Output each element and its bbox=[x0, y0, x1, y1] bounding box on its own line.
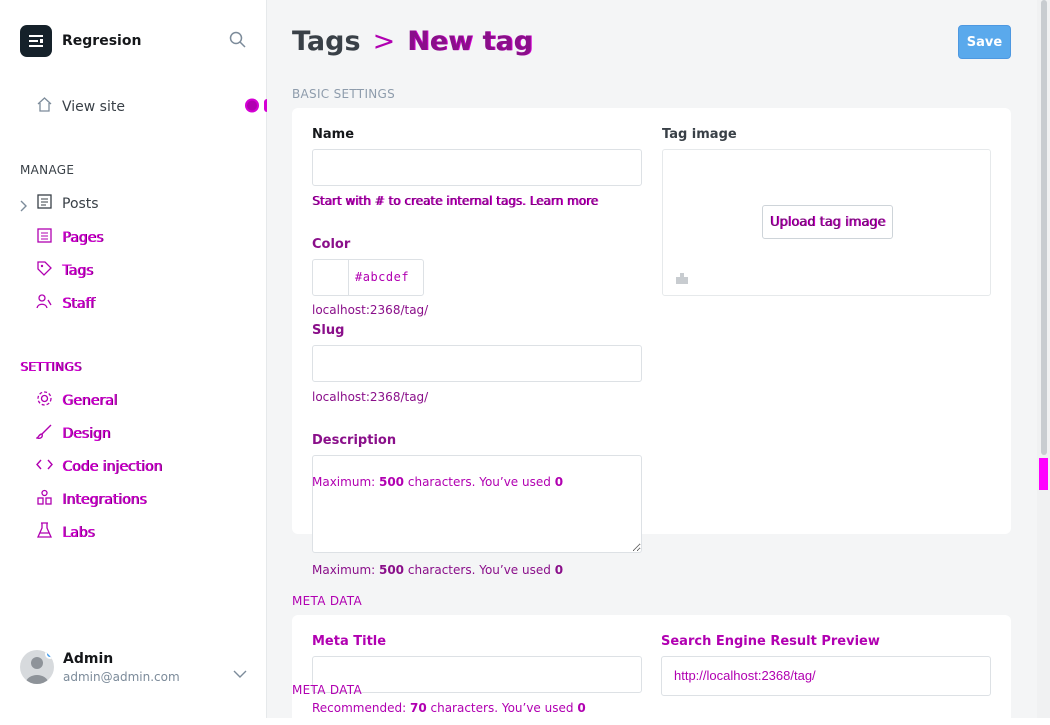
sidebar-item-label: Staff bbox=[62, 295, 95, 312]
sidebar-item-view-site[interactable]: View site bbox=[36, 96, 125, 117]
scrollbar-marker bbox=[1039, 458, 1048, 490]
meta-title-label: Meta Title bbox=[312, 634, 387, 649]
gear-icon bbox=[36, 390, 53, 411]
sidebar-item-label: Posts bbox=[62, 195, 99, 212]
site-logo-icon bbox=[20, 25, 52, 57]
flask-icon bbox=[36, 522, 53, 543]
serp-preview-label: Search Engine Result Preview bbox=[661, 634, 880, 649]
color-hex-input[interactable]: #abcdef bbox=[349, 260, 415, 295]
name-input[interactable] bbox=[312, 149, 642, 186]
description-textarea[interactable] bbox=[312, 455, 642, 553]
avatar bbox=[20, 650, 54, 684]
user-email: admin@admin.com bbox=[63, 669, 180, 684]
slug-url-preview-2: localhost:2368/tag/ bbox=[312, 390, 429, 404]
description-hint-ghost: Maximum: 500 characters. You’ve used 0 bbox=[312, 475, 564, 489]
save-button[interactable]: Save bbox=[958, 25, 1011, 59]
chevron-right-icon[interactable] bbox=[20, 197, 28, 216]
integrations-icon bbox=[36, 489, 53, 510]
slug-label: Slug bbox=[312, 323, 345, 338]
sidebar-item-posts[interactable]: Posts bbox=[36, 193, 99, 214]
image-icon bbox=[675, 270, 689, 289]
sidebar-item-integrations[interactable]: Integrations bbox=[36, 489, 146, 510]
sidebar-item-label: Code injection bbox=[62, 458, 163, 475]
name-label: Name bbox=[312, 127, 355, 142]
sidebar-item-label: Tags bbox=[62, 262, 93, 279]
meta-title-hint: Recommended: 70 characters. You’ve used … bbox=[312, 701, 586, 715]
sidebar-item-pages[interactable]: Pages bbox=[36, 227, 103, 248]
status-dot bbox=[45, 650, 54, 659]
breadcrumb-tags-link[interactable]: Tags bbox=[292, 26, 361, 57]
brush-icon bbox=[34, 423, 53, 444]
sidebar-item-code-injection[interactable]: Code injection bbox=[36, 456, 162, 477]
sidebar-item-label: View site bbox=[62, 98, 125, 115]
color-swatch[interactable] bbox=[313, 260, 349, 295]
sidebar: Regresion View site MANAGE Posts Pages T… bbox=[0, 0, 277, 718]
serp-preview-url: http://localhost:2368/tag/ bbox=[661, 656, 991, 696]
chevron-down-icon[interactable] bbox=[233, 664, 247, 683]
scrollbar-thumb[interactable] bbox=[1041, 0, 1047, 455]
meta-data-card: Meta Title Recommended: 70 characters. Y… bbox=[292, 615, 1011, 725]
description-hint: Maximum: 500 characters. You’ve used 0 bbox=[312, 563, 564, 577]
sidebar-item-label: Labs bbox=[62, 524, 95, 541]
sidebar-item-general[interactable]: General bbox=[36, 390, 117, 411]
sidebar-item-label: Integrations bbox=[62, 491, 147, 508]
user-name: Admin bbox=[63, 650, 114, 667]
basic-settings-header: BASIC SETTINGS bbox=[292, 87, 396, 101]
manage-header: MANAGE bbox=[20, 163, 75, 177]
home-icon bbox=[36, 96, 53, 117]
page-title: Tags > New tag bbox=[292, 26, 533, 57]
sidebar-item-label: Pages bbox=[62, 229, 104, 246]
slug-url-preview: localhost:2368/tag/ bbox=[312, 303, 429, 317]
meta-data-header-ghost: META DATA bbox=[292, 683, 362, 697]
sidebar-item-design[interactable]: Design bbox=[34, 423, 111, 444]
color-picker[interactable]: #abcdef bbox=[312, 259, 424, 296]
search-icon[interactable] bbox=[229, 31, 246, 52]
tag-image-label: Tag image bbox=[662, 127, 737, 142]
sidebar-item-tags[interactable]: Tags bbox=[36, 260, 93, 281]
description-label: Description bbox=[312, 433, 397, 448]
settings-header: SETTINGS bbox=[20, 360, 82, 374]
posts-icon bbox=[36, 193, 53, 214]
site-name: Regresion bbox=[62, 33, 142, 49]
tags-icon bbox=[36, 260, 53, 281]
basic-settings-card: Name Start with # to create internal tag… bbox=[292, 108, 1011, 553]
code-icon bbox=[36, 456, 53, 477]
breadcrumb-separator: > bbox=[372, 26, 396, 57]
staff-icon bbox=[36, 293, 53, 314]
user-menu[interactable]: Admin admin@admin.com bbox=[20, 650, 180, 684]
upload-tag-image-button[interactable]: Upload tag image bbox=[762, 205, 893, 239]
meta-data-header: META DATA bbox=[292, 594, 362, 608]
color-label: Color bbox=[312, 237, 351, 252]
brand[interactable]: Regresion bbox=[20, 25, 141, 57]
slug-input[interactable] bbox=[312, 345, 642, 382]
sidebar-item-staff[interactable]: Staff bbox=[36, 293, 95, 314]
sidebar-item-labs[interactable]: Labs bbox=[36, 522, 95, 543]
main-content: Tags > New tag Save BASIC SETTINGS Name … bbox=[267, 0, 1050, 725]
sidebar-item-label: Design bbox=[62, 425, 111, 442]
tag-image-dropzone[interactable]: Upload tag image bbox=[662, 149, 991, 296]
name-hint: Start with # to create internal tags. Le… bbox=[312, 194, 598, 208]
sidebar-item-label: General bbox=[62, 392, 118, 409]
page-heading: New tag bbox=[407, 26, 533, 57]
pages-icon bbox=[36, 227, 53, 248]
